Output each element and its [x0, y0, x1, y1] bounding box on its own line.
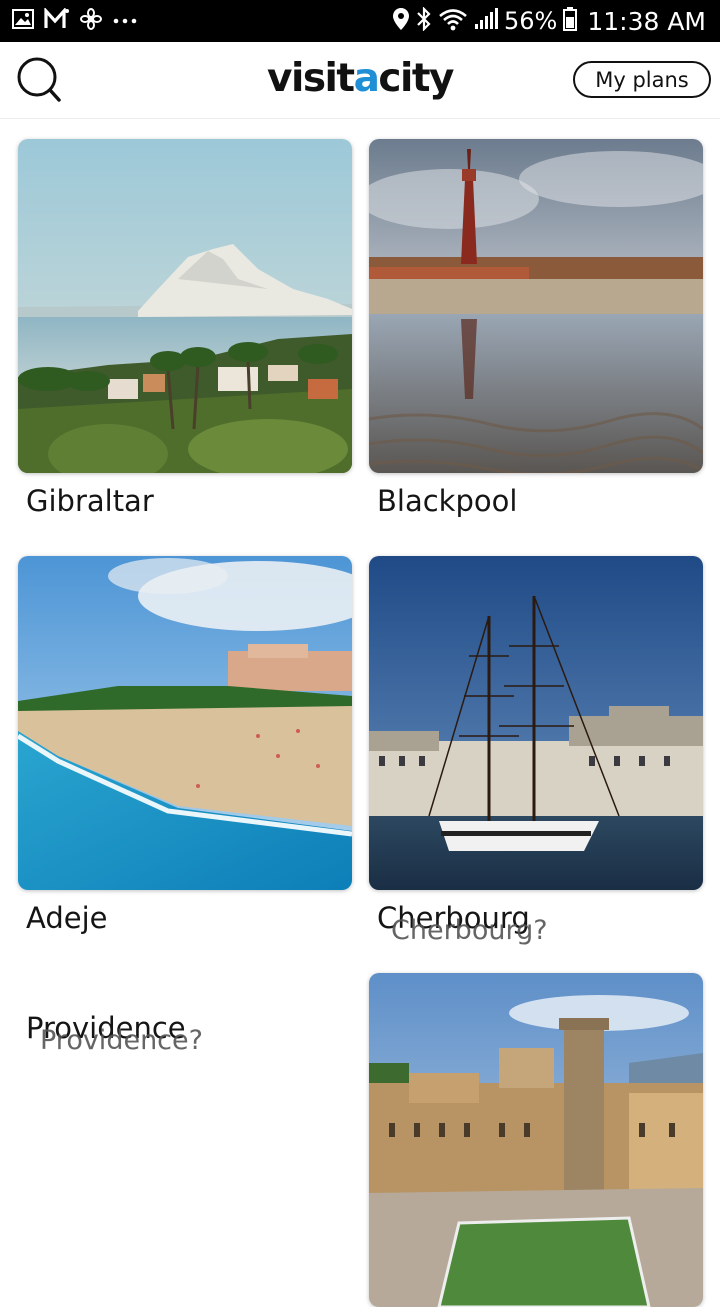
battery-percent: 56%	[503, 7, 558, 35]
logo-text-visit: visit	[267, 56, 355, 101]
city-name: Adeje	[26, 901, 108, 935]
gmail-icon	[44, 6, 70, 35]
status-bar: 56% 11:38 AM	[0, 0, 720, 42]
city-name: Blackpool	[377, 484, 518, 518]
city-name: Gibraltar	[26, 484, 154, 518]
location-icon	[392, 7, 410, 36]
city-photo	[369, 973, 703, 1307]
gallery-icon	[12, 8, 34, 34]
city-photo	[18, 139, 352, 473]
my-plans-button[interactable]: My plans	[573, 61, 711, 98]
wifi-icon	[438, 7, 468, 36]
city-card-providence[interactable]: Providence Providence?	[18, 973, 352, 1093]
fan-icon	[80, 7, 102, 35]
logo-text-city: city	[378, 56, 454, 101]
battery-icon	[563, 6, 578, 36]
city-photo	[18, 556, 352, 890]
city-photo	[369, 556, 703, 890]
more-icon	[112, 12, 138, 30]
status-bar-left	[12, 6, 138, 35]
clock: 11:38 AM	[587, 6, 706, 36]
signal-icon	[474, 7, 498, 35]
logo-text-accent: a	[353, 56, 380, 101]
app-header: visitacity My plans	[0, 42, 720, 119]
status-bar-right: 56% 11:38 AM	[392, 0, 706, 42]
city-name-ghost: Cherbourg?	[391, 915, 548, 946]
city-name-ghost: Providence?	[40, 1025, 203, 1056]
bluetooth-icon	[416, 5, 432, 36]
city-photo	[369, 139, 703, 473]
